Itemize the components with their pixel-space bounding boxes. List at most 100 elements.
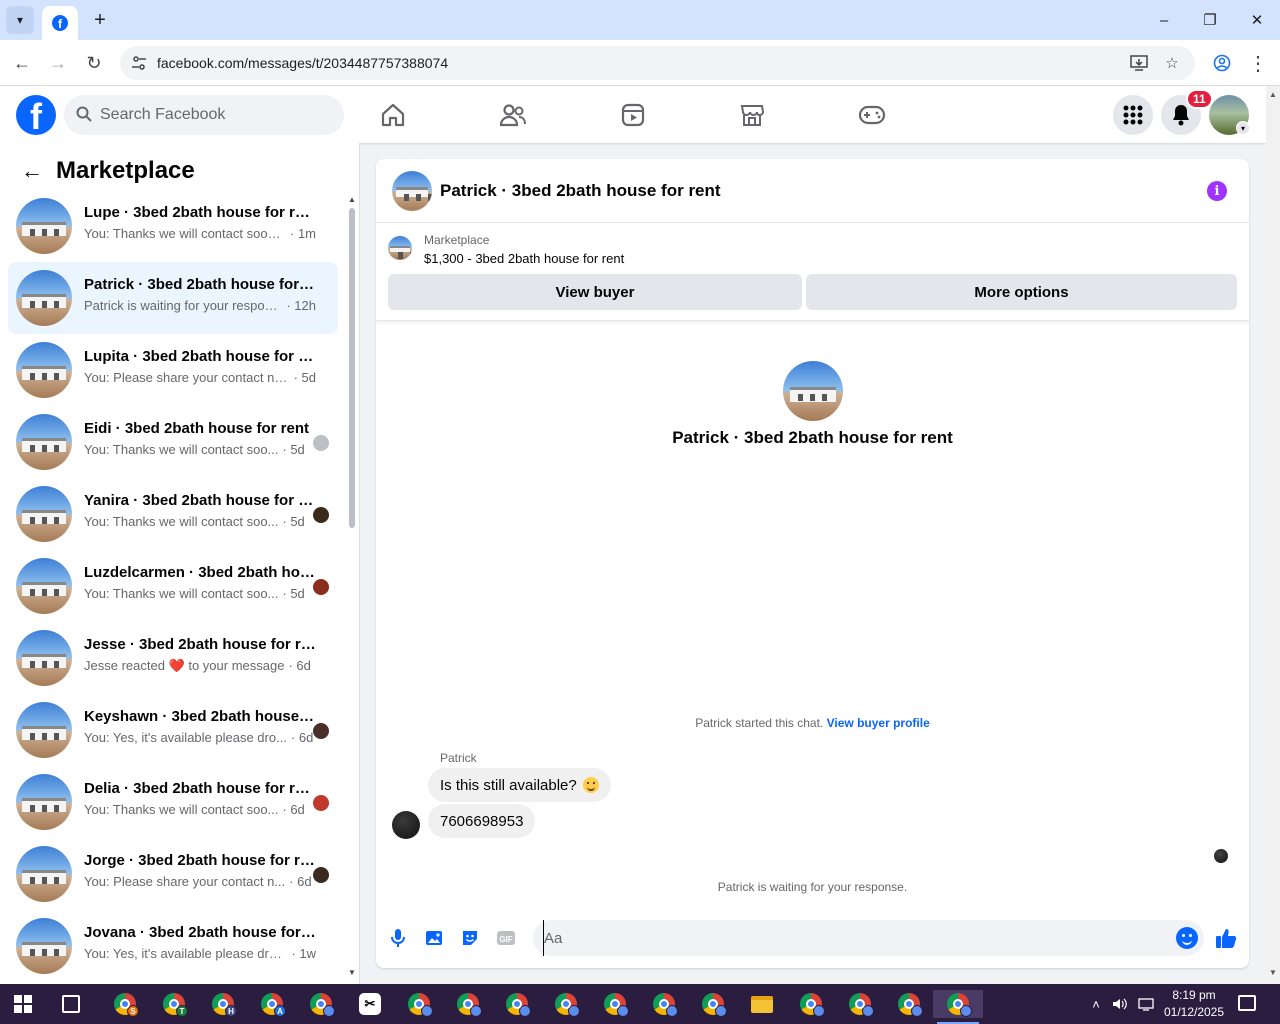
listing-thumbnail[interactable] xyxy=(388,236,412,260)
gaming-icon[interactable] xyxy=(857,100,887,130)
conversation-avatar xyxy=(16,342,72,398)
marketplace-icon[interactable] xyxy=(737,100,767,130)
account-chevron-down-icon[interactable]: ▾ xyxy=(1236,121,1250,135)
chrome-taskbar-icon[interactable]: T xyxy=(159,990,189,1018)
message-input-container[interactable] xyxy=(533,920,1204,956)
back-arrow-icon[interactable]: ← xyxy=(18,157,46,185)
view-buyer-button[interactable]: View buyer xyxy=(388,274,802,310)
page-scrollbar[interactable]: ▲ ▼ xyxy=(1266,86,1280,984)
chrome-taskbar-icon[interactable] xyxy=(306,990,336,1018)
capcut-taskbar-icon[interactable]: ✂ xyxy=(355,990,385,1018)
chrome-profile-badge xyxy=(568,1005,580,1017)
conversation-preview-text: You: Yes, it's available please drop ... xyxy=(84,946,288,961)
sender-avatar[interactable] xyxy=(392,811,420,839)
tab-facebook[interactable]: f xyxy=(42,6,78,40)
site-settings-icon[interactable] xyxy=(130,54,148,72)
chrome-taskbar-icon[interactable] xyxy=(649,990,679,1018)
chrome-taskbar-icon[interactable] xyxy=(404,990,434,1018)
microphone-icon[interactable] xyxy=(386,926,410,950)
conversation-item[interactable]: Keyshawn · 3bed 2bath house for rent You:… xyxy=(8,694,338,766)
conversation-name: Yanira · 3bed 2bath house for rent xyxy=(84,492,316,509)
reload-button[interactable]: ↻ xyxy=(82,51,106,75)
sticker-icon[interactable] xyxy=(458,926,482,950)
conversation-item[interactable]: Delia · 3bed 2bath house for rent You: Th… xyxy=(8,766,338,838)
conversation-avatar xyxy=(16,918,72,974)
chrome-taskbar-icon[interactable] xyxy=(551,990,581,1018)
chrome-taskbar-icon[interactable] xyxy=(453,990,483,1018)
sidebar-title: Marketplace xyxy=(56,157,195,184)
profile-icon[interactable] xyxy=(1210,51,1234,75)
conversation-item[interactable]: Eidi · 3bed 2bath house for rent You: Tha… xyxy=(8,406,338,478)
photo-icon[interactable] xyxy=(422,926,446,950)
clock-time: 8:19 pm xyxy=(1172,988,1216,1002)
menu-grid-icon[interactable] xyxy=(1113,95,1153,135)
chrome-icon xyxy=(653,993,678,1017)
video-icon[interactable] xyxy=(618,100,648,130)
address-bar[interactable]: facebook.com/messages/t/2034487757388074… xyxy=(120,46,1195,80)
chrome-taskbar-icon[interactable] xyxy=(698,990,728,1018)
home-icon[interactable] xyxy=(378,100,408,130)
conversation-item[interactable]: Luzdelcarmen · 3bed 2bath house for rent… xyxy=(8,550,338,622)
browser-menu-icon[interactable]: ⋮ xyxy=(1246,51,1270,75)
close-window-button[interactable]: ✕ xyxy=(1245,8,1269,32)
search-input[interactable] xyxy=(100,95,330,135)
more-options-button[interactable]: More options xyxy=(806,274,1237,310)
chrome-taskbar-icon[interactable] xyxy=(894,990,924,1018)
tray-chevron-up-icon[interactable]: ˄ xyxy=(1088,984,1104,1024)
thumbs-up-icon[interactable] xyxy=(1214,926,1238,950)
conversation-item[interactable]: Patrick · 3bed 2bath house for rent Patri… xyxy=(8,262,338,334)
chrome-taskbar-icon[interactable]: A xyxy=(257,990,287,1018)
system-clock[interactable]: 8:19 pm 01/12/2025 xyxy=(1155,987,1233,1021)
task-view-icon[interactable] xyxy=(62,995,80,1013)
chat-header-avatar[interactable] xyxy=(392,171,432,211)
chrome-taskbar-icon[interactable] xyxy=(845,990,875,1018)
network-icon[interactable] xyxy=(1136,984,1156,1024)
chat-intro-avatar[interactable] xyxy=(783,361,843,421)
new-tab-button[interactable]: + xyxy=(88,8,112,32)
facebook-logo-icon[interactable]: f xyxy=(16,95,56,135)
gif-icon[interactable]: GIF xyxy=(494,926,518,950)
friends-icon[interactable] xyxy=(498,100,528,130)
conversation-time: · 5d xyxy=(282,514,305,529)
conversation-item[interactable]: Jovana · 3bed 2bath house for rent You: Y… xyxy=(8,910,338,982)
chrome-taskbar-icon[interactable] xyxy=(933,990,983,1024)
conversation-preview: You: Thanks we will contact soo... · 5d xyxy=(84,442,316,457)
chrome-taskbar-icon[interactable]: H xyxy=(208,990,238,1018)
forward-button[interactable]: → xyxy=(46,51,70,75)
emoji-icon[interactable] xyxy=(1176,927,1198,949)
conversation-time: · 1m xyxy=(290,226,316,241)
action-center-icon[interactable] xyxy=(1238,995,1256,1011)
listing-title[interactable]: $1,300 - 3bed 2bath house for rent xyxy=(424,251,624,266)
facebook-search[interactable] xyxy=(64,95,344,135)
conversation-item[interactable]: Jesse · 3bed 2bath house for rent Jesse r… xyxy=(8,622,338,694)
conversation-item[interactable]: Lupe · 3bed 2bath house for rent You: Tha… xyxy=(8,190,338,262)
sidebar-scrollbar[interactable]: ▲ ▼ xyxy=(347,195,357,980)
chrome-icon xyxy=(310,993,335,1017)
chrome-taskbar-icon[interactable]: S xyxy=(110,990,140,1018)
conversation-item[interactable]: Yanira · 3bed 2bath house for rent You: T… xyxy=(8,478,338,550)
chrome-icon xyxy=(555,993,580,1017)
tab-search-chevron-down-icon[interactable]: ▾ xyxy=(6,6,34,34)
bookmark-star-icon[interactable]: ☆ xyxy=(1162,53,1182,73)
restore-button[interactable]: ❐ xyxy=(1198,8,1222,32)
conversation-name: Delia · 3bed 2bath house for rent xyxy=(84,780,316,797)
install-app-icon[interactable] xyxy=(1129,53,1149,73)
chat-header-name[interactable]: Patrick · 3bed 2bath house for rent xyxy=(440,181,721,201)
sidebar-scroll-thumb[interactable] xyxy=(349,208,355,528)
message-input[interactable] xyxy=(543,920,1153,956)
conversation-item[interactable]: Jorge · 3bed 2bath house for rent You: Pl… xyxy=(8,838,338,910)
chrome-taskbar-icon[interactable] xyxy=(796,990,826,1018)
conversation-time: · 1w xyxy=(291,946,316,961)
message-bubble[interactable]: Is this still available? xyxy=(428,768,611,802)
windows-start-icon[interactable] xyxy=(14,995,32,1013)
conversation-item[interactable]: Lupita · 3bed 2bath house for rent You: P… xyxy=(8,334,338,406)
file-explorer-taskbar-icon[interactable] xyxy=(747,990,777,1018)
view-buyer-profile-link[interactable]: View buyer profile xyxy=(827,716,930,730)
chrome-taskbar-icon[interactable] xyxy=(600,990,630,1018)
message-bubble[interactable]: 7606698953 xyxy=(428,804,536,838)
back-button[interactable]: ← xyxy=(10,51,34,75)
chrome-taskbar-icon[interactable] xyxy=(502,990,532,1018)
info-icon[interactable]: i xyxy=(1207,181,1227,201)
volume-icon[interactable] xyxy=(1110,984,1130,1024)
minimize-button[interactable]: – xyxy=(1152,8,1176,32)
